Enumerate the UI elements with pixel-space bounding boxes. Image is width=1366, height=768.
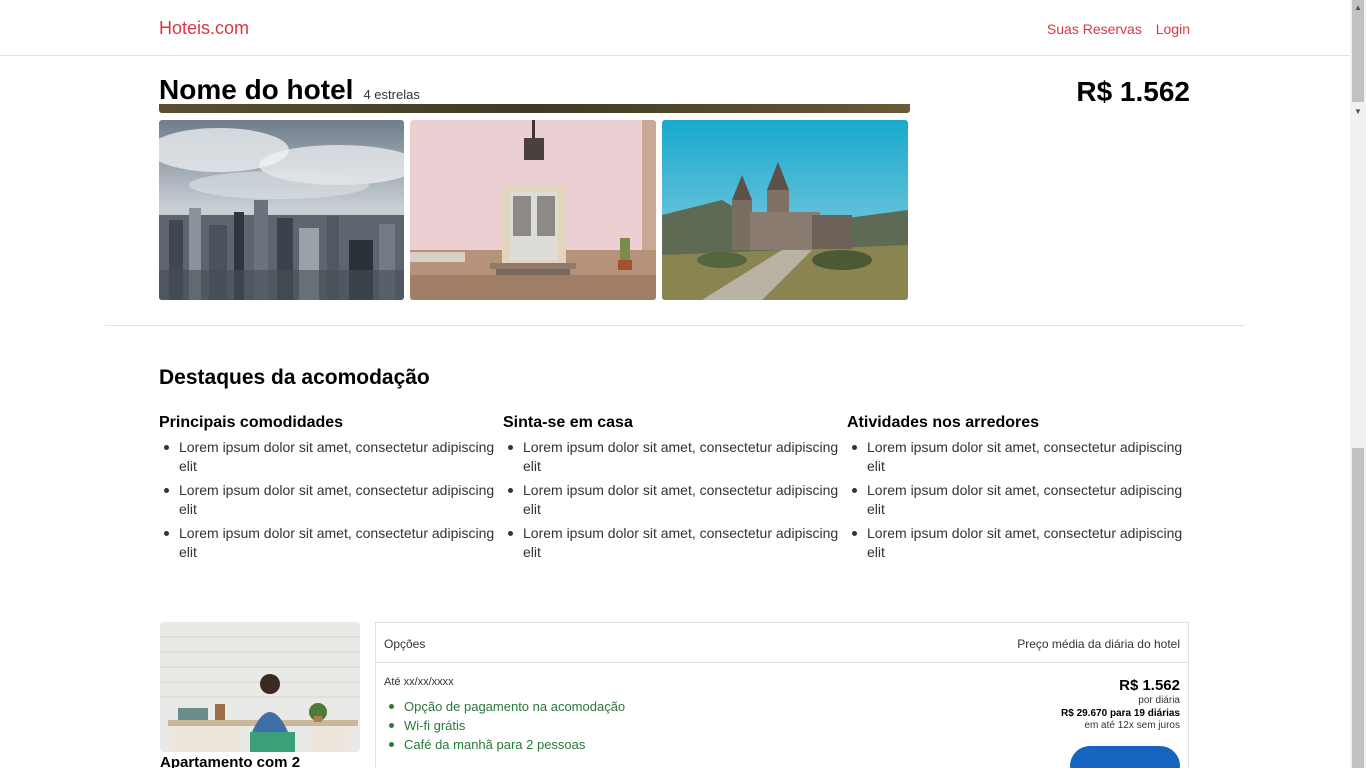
room-price-box: R$ 1.562 por diária R$ 29.670 para 19 di…: [1061, 677, 1180, 731]
list-item: Lorem ipsum dolor sit amet, consectetur …: [508, 524, 841, 562]
room-name: Apartamento com 2: [160, 754, 301, 768]
column-title: Sinta-se em casa: [503, 414, 633, 431]
scrollbar-thumb-lower[interactable]: [1352, 448, 1364, 768]
header-image-strip: [159, 104, 910, 113]
brand-logo[interactable]: Hoteis.com: [159, 18, 249, 39]
list-item: Lorem ipsum dolor sit amet, consectetur …: [164, 481, 497, 519]
room-options-panel: Opções Preço média da diária do hotel At…: [375, 622, 1189, 768]
section-divider: [105, 325, 1245, 326]
highlights-column-home: Sinta-se em casa Lorem ipsum dolor sit a…: [503, 414, 841, 567]
hotel-title-row: Nome do hotel 4 estrelas: [159, 74, 420, 106]
navbar: Hoteis.com Suas Reservas Login: [0, 0, 1350, 56]
room-price: R$ 1.562: [1119, 677, 1180, 694]
list-item: Lorem ipsum dolor sit amet, consectetur …: [852, 524, 1185, 562]
perk-item: Café da manhã para 2 pessoas: [388, 735, 625, 754]
total-price: R$ 29.670 para 19 diárias: [1061, 708, 1180, 719]
scroll-down-arrow-icon[interactable]: ▼: [1350, 104, 1366, 120]
list-item: Lorem ipsum dolor sit amet, consectetur …: [508, 438, 841, 476]
hotel-name: Nome do hotel: [159, 74, 354, 105]
options-header: Opções Preço média da diária do hotel: [376, 623, 1188, 663]
reserve-button[interactable]: RESERVAR: [1070, 746, 1180, 768]
list-item: Lorem ipsum dolor sit amet, consectetur …: [164, 438, 497, 476]
perks-list: Opção de pagamento na acomodação Wi-fi g…: [384, 697, 625, 754]
hotel-price: R$ 1.562: [1076, 76, 1190, 107]
page-scrollbar[interactable]: ▲ ▼: [1350, 0, 1366, 768]
list-item: Lorem ipsum dolor sit amet, consectetur …: [852, 481, 1185, 519]
gallery-image-castle[interactable]: [662, 120, 908, 300]
price-header-label: Preço média da diária do hotel: [1017, 637, 1180, 651]
per-night-label: por diária: [1138, 695, 1180, 706]
gallery-image-city[interactable]: [159, 120, 404, 300]
highlights-column-activities: Atividades nos arredores Lorem ipsum dol…: [847, 414, 1185, 567]
hotel-stars: 4 estrelas: [363, 87, 420, 102]
list-item: Lorem ipsum dolor sit amet, consectetur …: [508, 481, 841, 519]
list-item: Lorem ipsum dolor sit amet, consectetur …: [852, 438, 1185, 476]
amenities-list: Lorem ipsum dolor sit amet, consectetur …: [159, 438, 497, 562]
perk-item: Opção de pagamento na acomodação: [388, 699, 626, 714]
home-list: Lorem ipsum dolor sit amet, consectetur …: [503, 438, 841, 562]
highlights-title: Destaques da acomodação: [159, 366, 430, 389]
column-title: Principais comodidades: [159, 414, 344, 431]
room-image[interactable]: [160, 622, 360, 752]
installments-label: em até 12x sem juros: [1084, 720, 1180, 731]
highlights-column-amenities: Principais comodidades Lorem ipsum dolor…: [159, 414, 497, 567]
nav-link-reservations[interactable]: Suas Reservas: [1047, 21, 1142, 37]
nav-link-login[interactable]: Login: [1156, 21, 1190, 37]
scroll-up-arrow-icon[interactable]: ▲: [1350, 0, 1366, 16]
cancellation-date: Até xx/xx/xxxx: [384, 676, 454, 688]
options-header-label: Opções: [384, 637, 426, 651]
gallery-image-facade[interactable]: [410, 120, 656, 300]
list-item: Lorem ipsum dolor sit amet, consectetur …: [164, 524, 497, 562]
perk-item: Wi-fi grátis: [388, 716, 625, 735]
activities-list: Lorem ipsum dolor sit amet, consectetur …: [847, 438, 1185, 562]
column-title: Atividades nos arredores: [847, 414, 1040, 431]
nav-links: Suas Reservas Login: [1037, 21, 1190, 37]
